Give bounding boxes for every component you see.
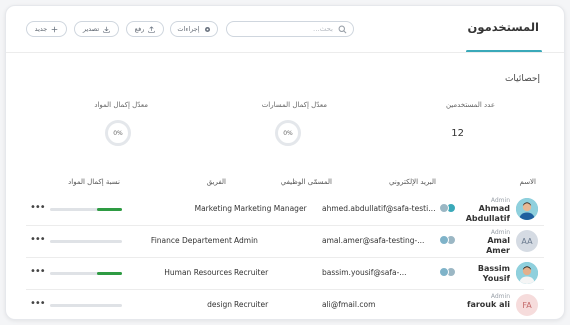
user-name[interactable]: Amal Amer xyxy=(462,236,510,256)
user-job-title: Marketing Manager xyxy=(234,204,307,213)
completion-progress-bar xyxy=(50,304,122,307)
header-divider xyxy=(6,52,564,53)
new-button-label: جديد xyxy=(34,25,48,33)
user-photo xyxy=(516,262,538,284)
actions-button-label: إجراءات xyxy=(177,25,200,33)
paths-completion-value: 0% xyxy=(283,129,293,137)
user-name[interactable]: farouk ali xyxy=(462,300,510,310)
user-email: ahmed.abdullatif@safa-testing... xyxy=(322,204,440,213)
search-placeholder: بحث... xyxy=(312,25,333,33)
avatar-initials: FA xyxy=(522,300,532,310)
user-photo xyxy=(516,198,538,220)
completion-progress-bar xyxy=(50,240,122,243)
paths-completion-gauge: 0% xyxy=(275,120,301,146)
user-email: ali@fmail.com xyxy=(322,300,376,309)
column-email[interactable]: البريد الإلكتروني xyxy=(389,178,436,186)
user-role: Admin xyxy=(490,293,510,300)
avatar xyxy=(516,198,538,220)
row-menu-icon[interactable]: ••• xyxy=(30,202,46,213)
materials-completion-label: معدّل إكمال المواد xyxy=(94,101,148,109)
user-name[interactable]: Ahmad Abdullatif xyxy=(462,204,510,224)
new-button[interactable]: جديد xyxy=(26,21,67,37)
actions-button[interactable]: إجراءات xyxy=(170,21,218,37)
user-role: Admin xyxy=(490,229,510,236)
export-button-label: تصدير xyxy=(82,25,100,33)
user-email: amal.amer@safa-testing-... xyxy=(322,236,425,245)
badge-icon xyxy=(439,267,449,277)
materials-completion-value: 0% xyxy=(113,129,123,137)
export-button[interactable]: تصدير xyxy=(74,21,119,37)
page-header: المستخدمون بحث... إجراءات رفع تصدير جديد xyxy=(6,6,564,53)
column-team[interactable]: الفريق xyxy=(207,178,226,186)
completion-progress-fill xyxy=(96,272,122,275)
paths-completion-label: معدّل إكمال المسارات xyxy=(261,101,327,109)
badge-icon xyxy=(439,235,449,245)
avatar: FA xyxy=(516,294,538,316)
user-role: Admin xyxy=(490,197,510,204)
column-completion[interactable]: نسبة إكمال المواد xyxy=(68,178,120,186)
page-title: المستخدمون xyxy=(467,20,539,34)
upload-button-label: رفع xyxy=(134,25,145,33)
table-row[interactable]: Bassim Yousif bassim.yousif@safa-... Rec… xyxy=(6,258,564,290)
table-row[interactable]: FA Admin farouk ali ali@fmail.com Recrui… xyxy=(6,290,564,319)
user-email: bassim.yousif@safa-... xyxy=(322,268,407,277)
completion-progress-fill xyxy=(96,208,122,211)
tab-users[interactable]: المستخدمون xyxy=(466,6,542,53)
users-page-card: المستخدمون بحث... إجراءات رفع تصدير جديد… xyxy=(5,5,565,320)
user-name[interactable]: Bassim Yousif xyxy=(462,264,510,284)
stats-section-title: إحصائيات xyxy=(504,74,540,84)
avatar xyxy=(516,262,538,284)
table-header: الاسم البريد الإلكتروني المسمّى الوظيفي … xyxy=(6,178,564,190)
avatar-initials: AA xyxy=(521,236,533,246)
user-job-title: Admin xyxy=(234,236,258,245)
table-row[interactable]: AA Admin Amal Amer amal.amer@safa-testin… xyxy=(6,226,564,258)
column-name[interactable]: الاسم xyxy=(520,178,536,186)
search-input[interactable]: بحث... xyxy=(226,21,354,37)
badge-icon xyxy=(439,203,449,213)
users-count-value: 12 xyxy=(451,128,464,139)
column-job-title[interactable]: المسمّى الوظيفي xyxy=(281,178,332,186)
completion-progress-bar xyxy=(50,208,122,211)
upload-button[interactable]: رفع xyxy=(126,21,164,37)
upload-icon xyxy=(148,25,156,33)
search-icon xyxy=(338,25,347,34)
materials-completion-gauge: 0% xyxy=(105,120,131,146)
user-job-title: Recruiter xyxy=(234,268,269,277)
row-menu-icon[interactable]: ••• xyxy=(30,298,46,309)
users-count-label: عدد المستخدمين xyxy=(445,101,495,109)
completion-progress-bar xyxy=(50,272,122,275)
gear-icon xyxy=(204,26,210,32)
user-job-title: Recruiter xyxy=(234,300,269,309)
avatar: AA xyxy=(516,230,538,252)
download-icon xyxy=(103,26,110,33)
table-row[interactable]: Admin Ahmad Abdullatif ahmed.abdullatif@… xyxy=(6,194,564,226)
plus-icon xyxy=(52,26,58,32)
row-menu-icon[interactable]: ••• xyxy=(30,266,46,277)
row-menu-icon[interactable]: ••• xyxy=(30,234,46,245)
